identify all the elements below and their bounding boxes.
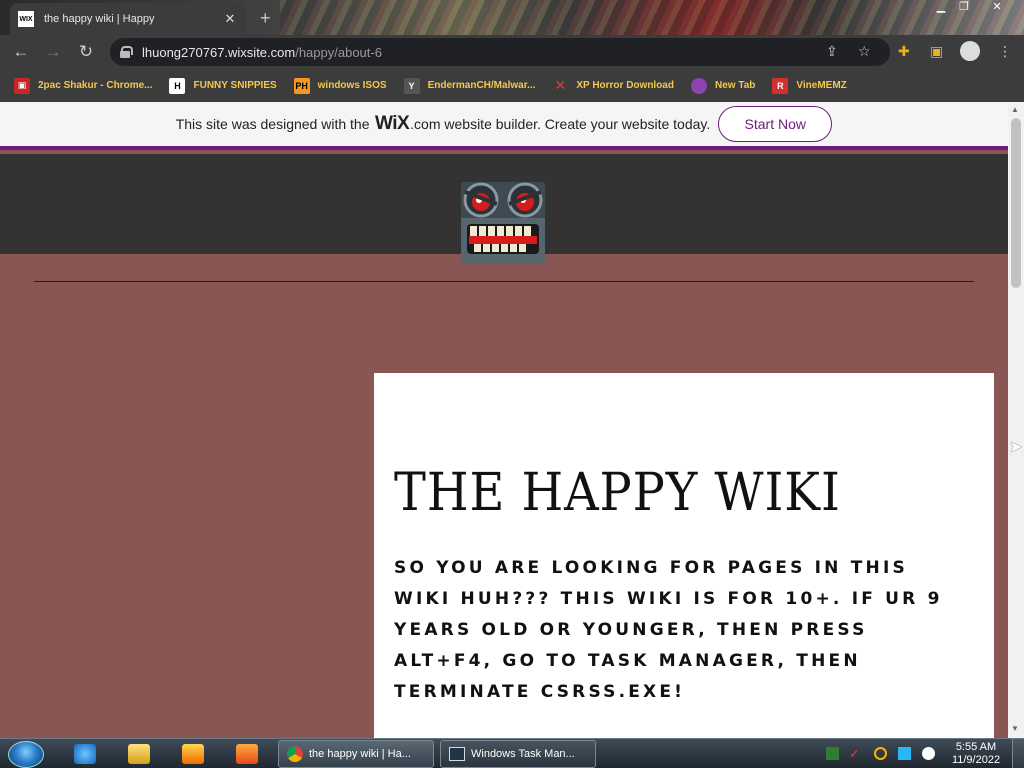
taskbar-item-task-manager[interactable]: Windows Task Man...	[440, 740, 596, 768]
banner-suffix: .com website builder. Create your websit…	[410, 116, 711, 132]
bookmark-item[interactable]: R VineMEMZ	[772, 77, 847, 94]
clock-date: 11/9/2022	[951, 754, 1001, 766]
task-manager-icon	[449, 747, 465, 761]
page-scrollbar[interactable]: ▲ ▼	[1008, 102, 1024, 738]
tab-title: the happy wiki | Happy	[44, 13, 155, 25]
url-path: /happy/about-6	[295, 44, 382, 60]
system-clock[interactable]: 5:55 AM 11/9/2022	[944, 741, 1008, 767]
page-viewport: This site was designed with the WiX .com…	[0, 102, 1008, 738]
page-body-text: So you are looking for pages in this wik…	[394, 558, 943, 702]
reload-icon[interactable]: ↻	[75, 42, 97, 64]
bookmarks-bar: ▣ 2pac Shakur - Chrome... H FUNNY SNIPPI…	[0, 69, 1024, 102]
url-host: lhuong270767.wixsite.com	[142, 44, 296, 60]
content-card: THE HAPPY WIKI So you are looking for pa…	[374, 373, 994, 738]
tab-strip: WIX the happy wiki | Happy ✕ + ▁ ❐ ✕	[0, 0, 1024, 35]
new-tab-icon[interactable]: +	[260, 8, 271, 29]
globe-icon	[690, 77, 707, 94]
tupac-icon: ▣	[14, 77, 30, 94]
bookmark-item[interactable]: ✕ XP Horror Download	[552, 77, 674, 94]
bookmark-label: windows ISOS	[317, 80, 387, 91]
share-icon[interactable]: ⇪	[826, 43, 838, 60]
side-panel-icon[interactable]: ▣	[930, 43, 943, 60]
bookmark-label: XP Horror Download	[576, 80, 674, 91]
h-icon: H	[169, 77, 186, 94]
bookmark-item[interactable]: New Tab	[690, 77, 756, 94]
wix-ad-banner: This site was designed with the WiX .com…	[0, 102, 1008, 150]
bookmark-item[interactable]: ▣ 2pac Shakur - Chrome...	[14, 77, 153, 94]
vine-icon: R	[772, 77, 789, 94]
forward-arrow-icon[interactable]: →	[42, 42, 64, 64]
banner-prefix: This site was designed with the	[175, 116, 370, 132]
bookmark-label: New Tab	[714, 80, 756, 91]
app-pinned-icon[interactable]	[236, 744, 258, 764]
start-now-button[interactable]: Start Now	[718, 106, 833, 142]
scroll-down-arrow-icon[interactable]: ▼	[1011, 724, 1019, 733]
github-icon: Y	[403, 77, 420, 94]
scroll-thumb[interactable]	[1011, 118, 1021, 288]
bookmark-item[interactable]: H FUNNY SNIPPIES	[169, 77, 277, 94]
window-close-icon[interactable]: ✕	[986, 0, 1008, 16]
internet-explorer-icon[interactable]	[74, 744, 96, 764]
back-arrow-icon[interactable]: ←	[10, 42, 32, 64]
taskbar-item-label: the happy wiki | Ha...	[309, 748, 411, 760]
bookmark-star-icon[interactable]: ☆	[858, 43, 871, 60]
bookmark-label: FUNNY SNIPPIES	[193, 80, 277, 91]
bookmark-label: 2pac Shakur - Chrome...	[38, 80, 153, 91]
bookmark-item[interactable]: PH windows ISOS	[293, 77, 387, 94]
lock-icon	[120, 46, 133, 58]
tray-monitor-icon[interactable]	[898, 747, 911, 760]
taskbar-item-label: Windows Task Man...	[471, 748, 575, 760]
wix-logo[interactable]: WiX	[375, 113, 410, 135]
menu-kebab-icon[interactable]: ⋮	[998, 43, 1012, 60]
tray-antivirus-icon[interactable]: ✓	[849, 747, 862, 760]
restore-icon[interactable]: ❐	[953, 0, 975, 16]
wix-favicon-icon: WIX	[18, 11, 34, 27]
file-explorer-icon[interactable]	[128, 744, 150, 764]
page-title: THE HAPPY WIKI	[394, 463, 841, 523]
media-player-icon[interactable]	[182, 744, 204, 764]
minimize-icon[interactable]: ▁	[930, 0, 952, 16]
bookmark-item[interactable]: Y EndermanCH/Malwar...	[403, 77, 536, 94]
tray-network-icon[interactable]	[826, 747, 839, 760]
start-button[interactable]	[8, 741, 44, 768]
header-divider	[34, 281, 974, 282]
address-bar[interactable]: lhuong270767.wixsite.com/happy/about-6	[110, 38, 890, 66]
tray-search-icon[interactable]	[874, 747, 887, 760]
taskbar-item-chrome[interactable]: the happy wiki | Ha...	[278, 740, 434, 768]
tray-volume-icon[interactable]	[922, 747, 935, 760]
browser-toolbar: ← → ↻ lhuong270767.wixsite.com/happy/abo…	[0, 35, 1024, 69]
tab-active[interactable]: WIX the happy wiki | Happy ✕	[10, 3, 246, 35]
mouse-cursor-icon: ➤	[1009, 439, 1023, 456]
bookmark-label: VineMEMZ	[796, 80, 847, 91]
chrome-icon	[287, 746, 303, 762]
x-icon: ✕	[554, 77, 567, 93]
ph-icon: PH	[293, 77, 310, 94]
scroll-up-arrow-icon[interactable]: ▲	[1011, 105, 1019, 114]
profile-avatar-icon[interactable]	[960, 41, 980, 61]
windows-taskbar: the happy wiki | Ha... Windows Task Man.…	[0, 738, 1024, 768]
show-desktop-button[interactable]	[1012, 739, 1024, 768]
extensions-puzzle-icon[interactable]: ✚	[898, 43, 910, 60]
tab-close-icon[interactable]: ✕	[222, 11, 238, 27]
angry-robot-logo[interactable]	[461, 182, 545, 264]
bookmark-label: EndermanCH/Malwar...	[427, 80, 536, 91]
clock-time: 5:55 AM	[955, 741, 997, 753]
